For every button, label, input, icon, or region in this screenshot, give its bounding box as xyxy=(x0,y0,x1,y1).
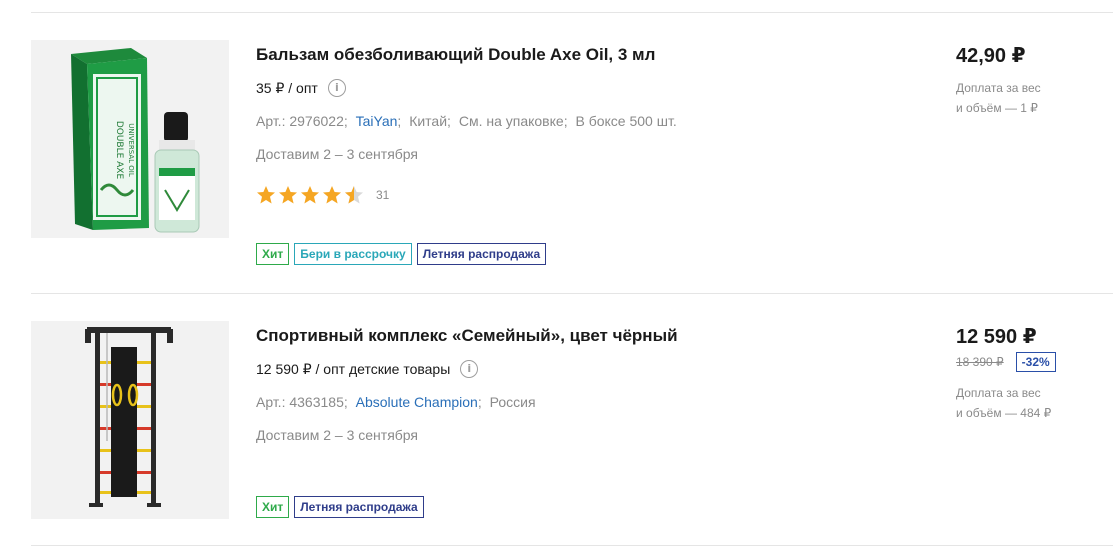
bottom-divider xyxy=(31,545,1113,546)
product-card[interactable]: Спортивный комплекс «Семейный», цвет чёр… xyxy=(31,321,1113,521)
info-icon[interactable]: i xyxy=(460,360,479,378)
product-title[interactable]: Спортивный комплекс «Семейный», цвет чёр… xyxy=(256,325,678,347)
row-divider xyxy=(31,293,1113,294)
surcharge-line-2: и объём — 484 ₽ xyxy=(956,406,1052,420)
surcharge-line-1: Доплата за вес xyxy=(956,386,1041,400)
country: Китай; xyxy=(409,113,451,129)
surcharge-line-1: Доплата за вес xyxy=(956,81,1041,95)
surcharge-line-2: и объём — 1 ₽ xyxy=(956,101,1038,115)
old-price-row: 18 390 ₽ -32% xyxy=(956,352,1056,372)
composition: См. на упаковке; xyxy=(458,113,568,129)
info-icon[interactable]: i xyxy=(327,79,346,97)
star-icon xyxy=(323,186,341,204)
balm-box-and-bottle-image: DOUBLE AXE UNIVERSAL OIL xyxy=(31,40,229,238)
badges: Хит Летняя распродажа xyxy=(256,496,429,518)
country: Россия xyxy=(489,394,536,410)
rating-count[interactable]: 31 xyxy=(376,188,389,202)
box-quantity: В боксе 500 шт. xyxy=(575,113,677,129)
star-icon xyxy=(301,186,319,204)
star-icon xyxy=(279,186,297,204)
badge-installment[interactable]: Бери в рассрочку xyxy=(294,243,412,265)
product-specs: Арт.: 4363185; Absolute Champion; Россия xyxy=(256,394,536,410)
top-divider xyxy=(31,12,1113,13)
sports-complex-image xyxy=(31,321,229,519)
product-specs: Арт.: 2976022; TaiYan; Китай; См. на упа… xyxy=(256,113,677,129)
delivery-date: Доставим 2 – 3 сентября xyxy=(256,146,419,162)
opt-price: 35 ₽ / опт xyxy=(256,80,318,96)
svg-text:UNIVERSAL OIL: UNIVERSAL OIL xyxy=(127,123,135,177)
product-card[interactable]: DOUBLE AXE UNIVERSAL OIL Бальзам обезбол… xyxy=(31,40,1113,270)
product-image[interactable]: DOUBLE AXE UNIVERSAL OIL xyxy=(31,40,229,238)
article-number: Арт.: 2976022; xyxy=(256,113,348,129)
old-price: 18 390 ₽ xyxy=(956,355,1004,369)
badge-summer-sale[interactable]: Летняя распродажа xyxy=(294,496,424,518)
opt-price-row: 12 590 ₽ / опт детские товары i xyxy=(256,360,479,378)
product-image[interactable] xyxy=(31,321,229,519)
badge-summer-sale[interactable]: Летняя распродажа xyxy=(416,243,547,265)
brand-link[interactable]: Absolute Champion xyxy=(356,394,478,410)
product-title[interactable]: Бальзам обезболивающий Double Axe Oil, 3… xyxy=(256,44,655,66)
price: 12 590 ₽ xyxy=(956,326,1037,348)
badges: Хит Бери в рассрочку Летняя распродажа xyxy=(256,243,551,265)
brand-link[interactable]: TaiYan xyxy=(356,113,398,129)
badge-hit[interactable]: Хит xyxy=(256,243,290,265)
half-star-icon xyxy=(345,186,363,204)
delivery-date: Доставим 2 – 3 сентября xyxy=(256,427,419,443)
star-icon xyxy=(257,186,275,204)
opt-price: 12 590 ₽ / опт детские товары xyxy=(256,361,451,377)
opt-price-row: 35 ₽ / опт i xyxy=(256,79,346,97)
discount-badge: -32% xyxy=(1015,352,1056,372)
rating[interactable]: 31 xyxy=(256,185,389,205)
badge-hit[interactable]: Хит xyxy=(256,496,290,518)
price: 42,90 ₽ xyxy=(956,45,1026,67)
svg-text:DOUBLE AXE: DOUBLE AXE xyxy=(114,121,124,180)
article-number: Арт.: 4363185; xyxy=(256,394,348,410)
